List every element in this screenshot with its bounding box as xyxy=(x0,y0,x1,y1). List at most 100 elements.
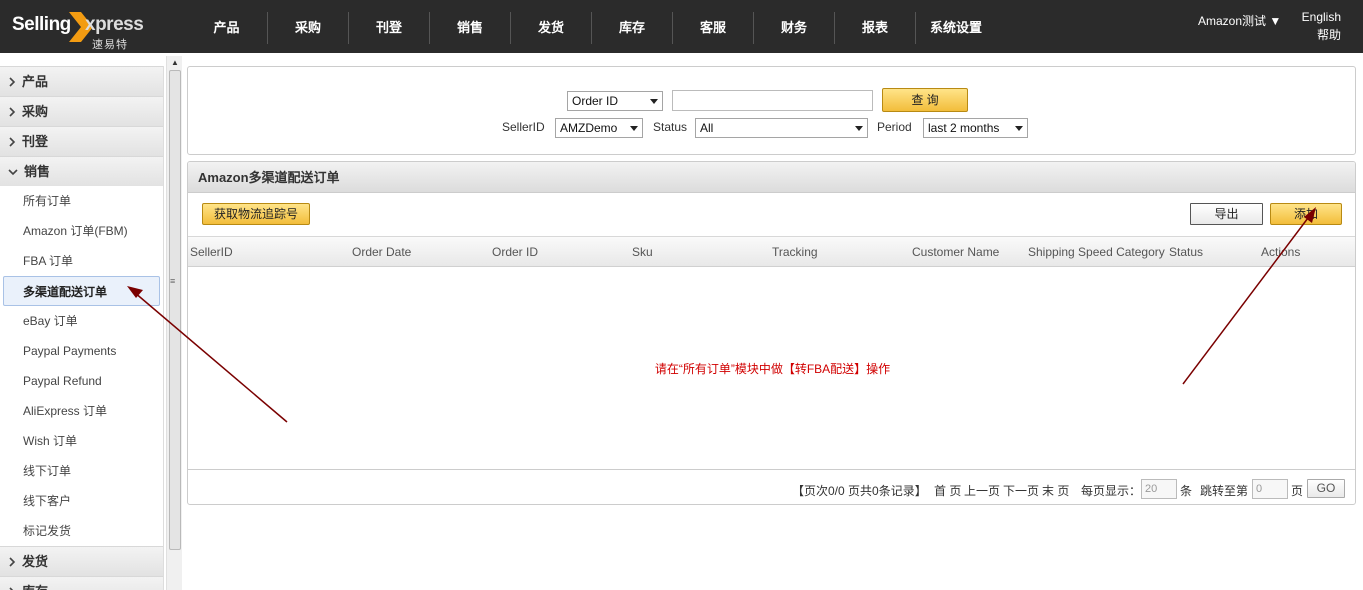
chevron-right-icon xyxy=(9,106,16,117)
nav-item-shipping[interactable]: 发货 xyxy=(510,12,591,44)
nav-item-purchase[interactable]: 采购 xyxy=(267,12,348,44)
sidebar-item-paypal-refund[interactable]: Paypal Refund xyxy=(0,366,163,396)
chevron-right-icon xyxy=(9,76,16,87)
chevron-right-icon xyxy=(9,586,14,590)
pagination: 【页次0/0 页共0条记录】 首 页 上一页 下一页 末 页 每页显示： 20 … xyxy=(188,469,1355,504)
jump-page-input[interactable]: 0 xyxy=(1252,479,1288,499)
nav-item-listing[interactable]: 刊登 xyxy=(348,12,429,44)
per-page-unit: 条 xyxy=(1180,484,1193,498)
header-links: English 帮助 xyxy=(1299,8,1341,44)
nav-item-settings[interactable]: 系统设置 xyxy=(915,12,996,44)
help-link[interactable]: 帮助 xyxy=(1299,26,1341,44)
sidebar-item-offline-orders[interactable]: 线下订单 xyxy=(0,456,163,486)
table-header: SellerID Order Date Order ID Sku Trackin… xyxy=(188,236,1355,267)
sidebar-group-label: 产品 xyxy=(22,73,49,89)
pager-summary: 【页次0/0 页共0条记录】 xyxy=(792,484,927,498)
logo-subtitle: 速易特 xyxy=(92,39,128,51)
status-value: All xyxy=(700,121,714,135)
chevron-down-icon xyxy=(1015,126,1023,131)
export-button[interactable]: 导出 xyxy=(1190,203,1263,225)
status-select[interactable]: All xyxy=(695,118,868,138)
sidebar-group-sales[interactable]: 销售 xyxy=(0,156,163,186)
scroll-up-arrow-icon[interactable]: ▲ xyxy=(171,58,179,67)
col-status[interactable]: Status xyxy=(1169,245,1203,259)
sidebar-group-label: 销售 xyxy=(24,163,51,179)
period-select[interactable]: last 2 months xyxy=(923,118,1028,138)
get-tracking-button[interactable]: 获取物流追踪号 xyxy=(202,203,310,225)
sidebar-group-label: 刊登 xyxy=(22,133,49,149)
pager-prev[interactable]: 上一页 xyxy=(964,482,1000,499)
pager-next[interactable]: 下一页 xyxy=(1003,482,1039,499)
sidebar-item-mark-shipped[interactable]: 标记发货 xyxy=(0,516,163,546)
sidebar-group-label: 发货 xyxy=(22,553,49,569)
period-label: Period xyxy=(877,120,912,134)
nav-item-product[interactable]: 产品 xyxy=(186,12,267,44)
sidebar-item-aliexpress-orders[interactable]: AliExpress 订单 xyxy=(0,396,163,426)
nav-item-sales[interactable]: 销售 xyxy=(429,12,510,44)
sidebar-item-offline-customers[interactable]: 线下客户 xyxy=(0,486,163,516)
nav-item-customer-service[interactable]: 客服 xyxy=(672,12,753,44)
logo[interactable]: Selling xpress 速易特 xyxy=(12,8,162,51)
seller-id-select[interactable]: AMZDemo xyxy=(555,118,643,138)
sidebar: 产品 采购 刊登 销售 所有订单 Amazon 订单(FBM) FBA 订单 多… xyxy=(0,66,164,590)
sidebar-item-multichannel-orders[interactable]: 多渠道配送订单 xyxy=(3,276,160,306)
col-order-date[interactable]: Order Date xyxy=(352,245,411,259)
per-page-input[interactable]: 20 xyxy=(1141,479,1177,499)
per-page-label: 每页显示： xyxy=(1081,484,1142,498)
chevron-down-icon xyxy=(650,99,658,104)
sidebar-item-all-orders[interactable]: 所有订单 xyxy=(0,186,163,216)
logo-text-selling: Selling xyxy=(12,14,71,35)
language-link[interactable]: English xyxy=(1299,8,1341,26)
nav-item-inventory[interactable]: 库存 xyxy=(591,12,672,44)
empty-table-message: 请在“所有订单”模块中做【转FBA配送】操作 xyxy=(654,362,891,376)
search-field-value: Order ID xyxy=(572,94,619,108)
sidebar-scrollbar[interactable]: ▲ ≡ xyxy=(166,56,182,590)
col-customer-name[interactable]: Customer Name xyxy=(912,245,999,259)
logo-text-express: xpress xyxy=(85,14,144,35)
search-button[interactable]: 查 询 xyxy=(882,88,968,112)
search-field-select[interactable]: Order ID xyxy=(567,91,663,111)
col-tracking[interactable]: Tracking xyxy=(772,245,818,259)
chevron-right-icon xyxy=(9,556,16,567)
status-label: Status xyxy=(653,120,688,134)
main-nav: 产品 采购 刊登 销售 发货 库存 客服 财务 报表 系统设置 xyxy=(186,12,996,44)
jump-unit: 页 xyxy=(1291,484,1304,498)
nav-item-finance[interactable]: 财务 xyxy=(753,12,834,44)
sidebar-item-amazon-fbm[interactable]: Amazon 订单(FBM) xyxy=(0,216,163,246)
sidebar-group-shipping[interactable]: 发货 xyxy=(0,546,163,576)
pager-last[interactable]: 末 页 xyxy=(1042,482,1069,499)
scrollbar-grip-icon: ≡ xyxy=(170,276,176,286)
sidebar-group-inventory[interactable]: 库存 xyxy=(0,576,163,590)
scrollbar-thumb[interactable] xyxy=(169,70,181,550)
sidebar-group-label: 库存 xyxy=(22,577,48,590)
search-panel: Order ID 查 询 SellerID AMZDemo Status All… xyxy=(187,66,1356,155)
nav-item-reports[interactable]: 报表 xyxy=(834,12,915,44)
seller-id-value: AMZDemo xyxy=(560,121,618,135)
sidebar-group-purchase[interactable]: 采购 xyxy=(0,96,163,126)
pager-first[interactable]: 首 页 xyxy=(934,482,961,499)
period-value: last 2 months xyxy=(928,121,1000,135)
col-sku[interactable]: Sku xyxy=(632,245,653,259)
col-shipping-speed[interactable]: Shipping Speed Category xyxy=(1028,245,1165,259)
top-navigation-bar: Selling xpress 速易特 产品 采购 刊登 销售 发货 库存 客服 … xyxy=(0,0,1363,53)
sidebar-item-wish-orders[interactable]: Wish 订单 xyxy=(0,426,163,456)
seller-id-label: SellerID xyxy=(502,120,545,134)
orders-panel: Amazon多渠道配送订单 获取物流追踪号 导出 添加 SellerID Ord… xyxy=(187,161,1356,505)
search-input[interactable] xyxy=(672,90,873,111)
col-actions[interactable]: Actions xyxy=(1261,245,1300,259)
go-button[interactable]: GO xyxy=(1307,479,1345,498)
col-seller-id[interactable]: SellerID xyxy=(190,245,233,259)
col-order-id[interactable]: Order ID xyxy=(492,245,538,259)
sidebar-group-product[interactable]: 产品 xyxy=(0,66,163,96)
sidebar-item-ebay-orders[interactable]: eBay 订单 xyxy=(0,306,163,336)
jump-label: 跳转至第 xyxy=(1200,484,1249,498)
add-button[interactable]: 添加 xyxy=(1270,203,1342,225)
account-dropdown[interactable]: Amazon测试 ▼ xyxy=(1198,12,1281,29)
panel-title: Amazon多渠道配送订单 xyxy=(188,162,1355,193)
sidebar-item-fba-orders[interactable]: FBA 订单 xyxy=(0,246,163,276)
sidebar-group-label: 采购 xyxy=(22,103,49,119)
sidebar-group-listing[interactable]: 刊登 xyxy=(0,126,163,156)
chevron-down-icon xyxy=(8,168,18,175)
sidebar-item-paypal-payments[interactable]: Paypal Payments xyxy=(0,336,163,366)
chevron-down-icon xyxy=(630,126,638,131)
